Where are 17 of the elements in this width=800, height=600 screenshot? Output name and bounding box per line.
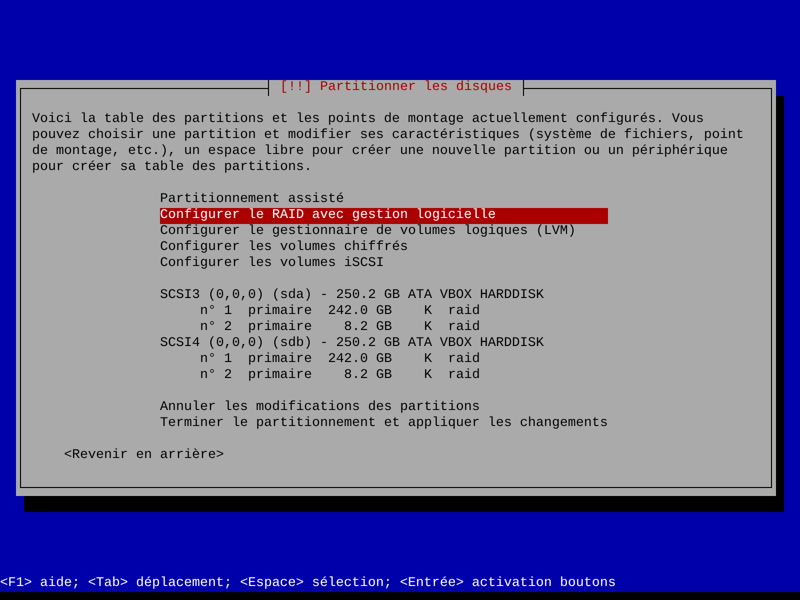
menu-item[interactable]: Annuler les modifications des partitions (160, 400, 608, 416)
disk-item[interactable]: SCSI3 (0,0,0) (sda) - 250.2 GB ATA VBOX HARDDISK (160, 288, 608, 304)
menu-item[interactable]: Configurer les volumes chiffrés (160, 240, 608, 256)
partition-item[interactable]: n° 2 primaire 8.2 GB K raid (160, 368, 608, 384)
partition-item[interactable]: n° 1 primaire 242.0 GB K raid (160, 304, 608, 320)
menu-item[interactable]: Terminer le partitionnement et appliquer les changements (160, 416, 608, 432)
menu-item[interactable]: Configurer le gestionnaire de volumes logiques (LVM) (160, 224, 608, 240)
disk-item[interactable]: SCSI4 (0,0,0) (sdb) - 250.2 GB ATA VBOX HARDDISK (160, 336, 608, 352)
menu-item[interactable]: Partitionnement assisté (160, 192, 608, 208)
back-button[interactable]: <Revenir en arrière> (64, 448, 224, 464)
menu-item[interactable]: Configurer les volumes iSCSI (160, 256, 608, 272)
partition-item[interactable]: n° 2 primaire 8.2 GB K raid (160, 320, 608, 336)
menu-item[interactable]: Configurer le RAID avec gestion logicielle (160, 208, 608, 224)
dialog-title: [!!] Partitionner les disques (268, 80, 524, 96)
help-line: <F1> aide; <Tab> déplacement; <Espace> sélection; <Entrée> activation boutons (0, 576, 617, 592)
dialog-message: Voici la table des partitions et les points de montage actuellement configurés. Vous pouvez choisir une partition et modifier ses caractéristiques (système de fichiers, point de montage, etc.), un espace libre pour créer une nouvelle partition ou un périphérique pour créer sa table des partitions. (32, 112, 745, 176)
partition-item[interactable]: n° 1 primaire 242.0 GB K raid (160, 352, 608, 368)
